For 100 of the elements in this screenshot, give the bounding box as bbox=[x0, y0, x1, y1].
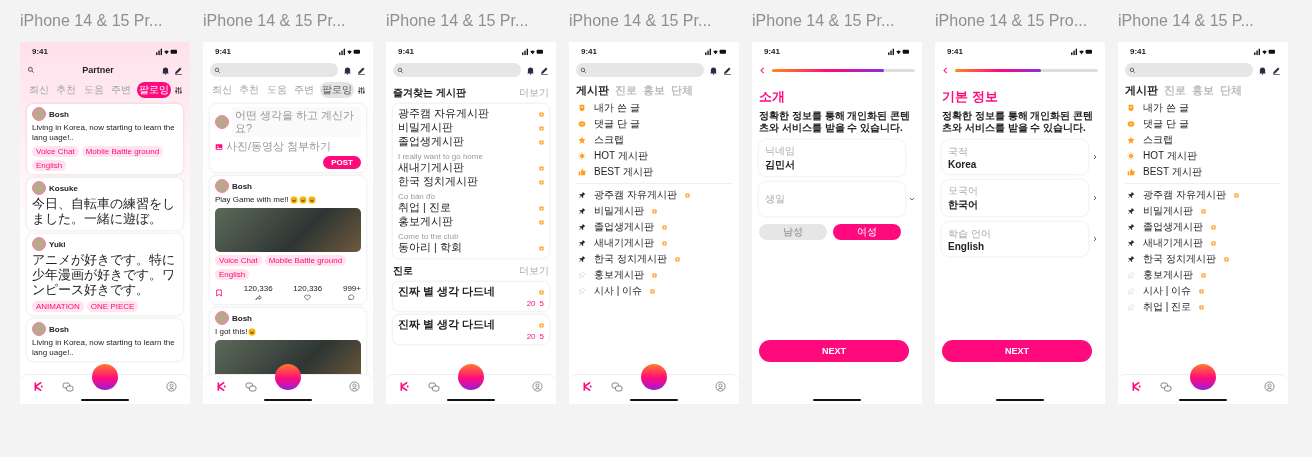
menu-item[interactable]: 스크랩 bbox=[1143, 133, 1173, 147]
logo-icon[interactable] bbox=[216, 381, 228, 392]
filter-tab[interactable]: 팔로잉 bbox=[136, 82, 171, 98]
board-name[interactable]: 동아리 | 학회 bbox=[398, 241, 536, 255]
bookmark-icon[interactable] bbox=[215, 288, 223, 297]
menu-item[interactable]: HOT 게시판 bbox=[1143, 149, 1197, 163]
board-item[interactable]: 시사 | 이슈 bbox=[594, 284, 643, 298]
board-item[interactable]: 비밀게시판 bbox=[594, 204, 644, 218]
chevron-right-icon[interactable] bbox=[1092, 236, 1098, 242]
pin-icon[interactable] bbox=[578, 191, 586, 199]
board-item[interactable]: 홍보게시판 bbox=[1143, 268, 1193, 282]
bell-icon[interactable] bbox=[526, 65, 535, 75]
logo-icon[interactable] bbox=[1131, 381, 1143, 392]
chat-icon[interactable] bbox=[1160, 380, 1173, 393]
input-field[interactable]: 국적 Korea bbox=[942, 140, 1088, 174]
chevron-down-icon[interactable] bbox=[909, 196, 915, 202]
pin-icon[interactable] bbox=[1127, 207, 1135, 215]
board-item[interactable]: 한국 정치게시판 bbox=[1143, 252, 1216, 266]
menu-item[interactable]: HOT 게시판 bbox=[594, 149, 648, 163]
board-item[interactable]: 한국 정치게시판 bbox=[594, 252, 667, 266]
menu-item[interactable]: BEST 게시판 bbox=[594, 165, 653, 179]
board-name[interactable]: 새내기게시판 bbox=[398, 161, 536, 175]
pen-icon[interactable] bbox=[1272, 65, 1281, 75]
next-button[interactable]: NEXT bbox=[759, 340, 909, 362]
bell-icon[interactable] bbox=[1258, 65, 1267, 75]
search-field[interactable] bbox=[1125, 63, 1253, 77]
input-field[interactable]: 학습 언어 English bbox=[942, 222, 1088, 256]
next-button[interactable]: NEXT bbox=[942, 340, 1092, 362]
pen-icon[interactable] bbox=[357, 65, 366, 75]
menu-item[interactable]: 댓글 단 글 bbox=[1143, 117, 1189, 131]
filter-tab[interactable]: 팔로잉 bbox=[319, 82, 354, 98]
chat-icon[interactable] bbox=[245, 380, 258, 393]
center-action-button[interactable] bbox=[92, 364, 118, 390]
back-icon[interactable] bbox=[942, 66, 949, 74]
board-item[interactable]: 취업 | 진로 bbox=[1143, 300, 1192, 314]
board-item[interactable]: 시사 | 이슈 bbox=[1143, 284, 1192, 298]
board-name[interactable]: 취업 | 진로 bbox=[398, 201, 536, 215]
pen-icon[interactable] bbox=[723, 65, 732, 75]
pin-icon[interactable] bbox=[1127, 239, 1135, 247]
logo-icon[interactable] bbox=[399, 381, 411, 392]
menu-item[interactable]: 내가 쓴 글 bbox=[594, 101, 640, 115]
pen-icon[interactable] bbox=[174, 65, 183, 75]
board-name[interactable]: 광주캠 자유게시판 bbox=[398, 107, 536, 121]
chevron-right-icon[interactable] bbox=[1092, 195, 1098, 201]
heart-icon[interactable] bbox=[304, 294, 312, 301]
bell-icon[interactable] bbox=[709, 65, 718, 75]
menu-item[interactable]: 댓글 단 글 bbox=[594, 117, 640, 131]
filter-icon[interactable] bbox=[173, 85, 183, 95]
board-item[interactable]: 홍보게시판 bbox=[594, 268, 644, 282]
board-item[interactable]: 광주캠 자유게시판 bbox=[594, 188, 677, 202]
avatar-icon bbox=[215, 311, 229, 325]
board-item[interactable]: 졸업생게시판 bbox=[1143, 220, 1203, 234]
board-name[interactable]: 비밀게시판 bbox=[398, 121, 536, 135]
bell-icon[interactable] bbox=[343, 65, 352, 75]
input-field[interactable]: 닉네임 김민서 bbox=[759, 140, 905, 176]
pin-icon[interactable] bbox=[578, 223, 586, 231]
chat-icon[interactable] bbox=[611, 380, 624, 393]
pin-icon[interactable] bbox=[578, 255, 586, 263]
search-field[interactable] bbox=[576, 63, 704, 77]
pin-icon[interactable] bbox=[1127, 191, 1135, 199]
search-field[interactable] bbox=[393, 63, 521, 77]
board-name[interactable]: 졸업생게시판 bbox=[398, 135, 536, 149]
filter-icon[interactable] bbox=[356, 85, 366, 95]
bubble-icon[interactable] bbox=[348, 294, 356, 301]
pin-icon[interactable] bbox=[578, 207, 586, 215]
pen-icon[interactable] bbox=[540, 65, 549, 75]
pin-icon[interactable] bbox=[578, 239, 586, 247]
menu-item[interactable]: 스크랩 bbox=[594, 133, 624, 147]
logo-icon[interactable] bbox=[33, 381, 45, 392]
screen-title: Partner bbox=[82, 65, 114, 75]
board-item[interactable]: 졸업생게시판 bbox=[594, 220, 654, 234]
post-button[interactable]: POST bbox=[323, 156, 361, 169]
option-button[interactable]: 여성 bbox=[833, 224, 901, 240]
center-action-button[interactable] bbox=[641, 364, 667, 390]
bell-icon[interactable] bbox=[161, 65, 170, 75]
center-action-button[interactable] bbox=[458, 364, 484, 390]
board-item[interactable]: 비밀게시판 bbox=[1143, 204, 1193, 218]
center-action-button[interactable] bbox=[1190, 364, 1216, 390]
board-item[interactable]: 광주캠 자유게시판 bbox=[1143, 188, 1226, 202]
category-tab[interactable]: 게시판 bbox=[576, 82, 609, 98]
image-icon[interactable] bbox=[215, 142, 223, 151]
menu-item[interactable]: 내가 쓴 글 bbox=[1143, 101, 1189, 115]
chevron-right-icon[interactable] bbox=[1092, 154, 1098, 160]
chat-icon[interactable] bbox=[428, 380, 441, 393]
menu-item[interactable]: BEST 게시판 bbox=[1143, 165, 1202, 179]
board-name[interactable]: 한국 정치게시판 bbox=[398, 175, 536, 189]
logo-icon[interactable] bbox=[582, 381, 594, 392]
category-tab[interactable]: 게시판 bbox=[1125, 82, 1158, 98]
back-icon[interactable] bbox=[759, 66, 766, 74]
board-name[interactable]: 홍보게시판 bbox=[398, 215, 536, 229]
search-icon[interactable] bbox=[27, 66, 35, 74]
board-item[interactable]: 새내기게시판 bbox=[594, 236, 654, 250]
chat-icon[interactable] bbox=[62, 380, 75, 393]
board-item[interactable]: 새내기게시판 bbox=[1143, 236, 1203, 250]
new-badge-icon bbox=[539, 289, 544, 295]
pin-icon[interactable] bbox=[1127, 223, 1135, 231]
pin-icon[interactable] bbox=[1127, 255, 1135, 263]
input-field[interactable]: 모국어 한국어 bbox=[942, 180, 1088, 216]
share-icon[interactable] bbox=[254, 294, 262, 301]
search-field[interactable] bbox=[210, 63, 338, 77]
